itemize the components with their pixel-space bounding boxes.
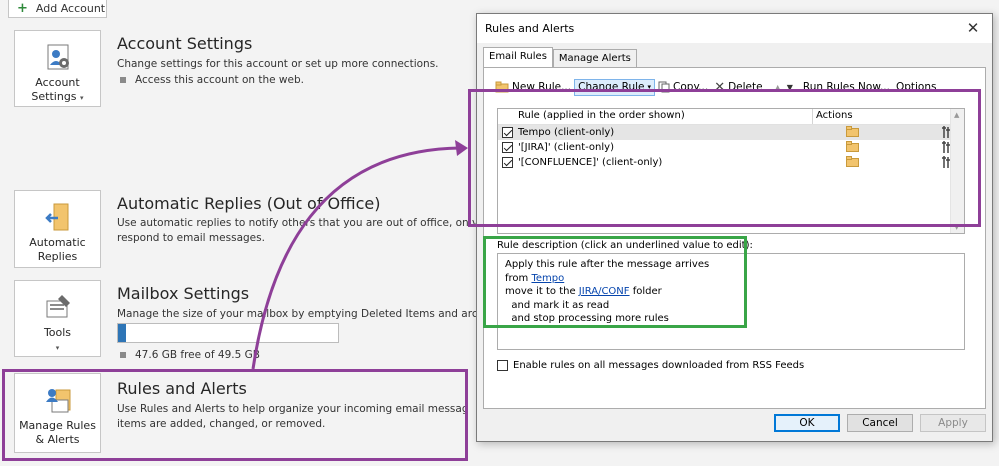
rule-description-box: Apply this rule after the message arrive… xyxy=(497,253,965,350)
scroll-up-icon[interactable]: ▲ xyxy=(954,111,959,119)
rule-row-tempo[interactable]: Tempo (client-only) xyxy=(498,125,964,140)
tab-manage-alerts[interactable]: Manage Alerts xyxy=(552,49,637,67)
copy-rule-button[interactable]: Copy... xyxy=(655,79,711,96)
automatic-replies-description: Use automatic replies to notify others t… xyxy=(117,217,477,244)
account-settings-tile-label: Account Settings ▾ xyxy=(31,76,84,103)
bullet-icon xyxy=(120,77,126,83)
delete-rule-button[interactable]: ✕ Delete xyxy=(711,79,765,96)
dialog-tabs: Email Rules Manage Alerts xyxy=(483,47,637,67)
scroll-down-icon[interactable]: ▼ xyxy=(954,223,959,231)
move-to-folder-icon xyxy=(846,126,859,137)
move-up-icon: ▲ xyxy=(774,82,781,92)
bullet-icon xyxy=(120,352,126,358)
mailbox-settings-description: Manage the size of your mailbox by empty… xyxy=(117,308,477,320)
new-rule-icon xyxy=(495,81,509,93)
ok-button[interactable]: OK xyxy=(774,414,840,432)
mailbox-tools-icon xyxy=(46,295,70,318)
rules-and-alerts-description: Use Rules and Alerts to help organize yo… xyxy=(117,403,469,430)
run-rules-now-button[interactable]: Run Rules Now... xyxy=(800,79,893,96)
from-tempo-link[interactable]: Tempo xyxy=(531,273,564,284)
copy-icon xyxy=(658,81,670,93)
email-rules-panel: New Rule... Change Rule ▾ Copy... ✕ Dele… xyxy=(483,67,986,409)
chevron-down-icon: ▾ xyxy=(55,344,60,352)
mailbox-storage-fill xyxy=(118,324,127,342)
plus-icon: + xyxy=(17,1,28,16)
column-actions[interactable]: Actions xyxy=(816,110,853,121)
move-to-folder-icon xyxy=(846,156,859,167)
rule-name: '[JIRA]' (client-only) xyxy=(518,142,614,153)
rss-rules-checkbox[interactable] xyxy=(497,360,508,371)
automatic-replies-icon xyxy=(44,203,68,231)
rules-list-header: Rule (applied in the order shown) Action… xyxy=(498,109,964,125)
cancel-button[interactable]: Cancel xyxy=(847,414,913,432)
account-settings-title: Account Settings xyxy=(117,34,253,53)
account-settings-icon xyxy=(47,44,69,70)
move-up-button[interactable]: ▲ xyxy=(772,79,784,96)
move-down-icon: ▼ xyxy=(786,82,793,92)
manage-rules-tile-label: Manage Rules & Alerts xyxy=(19,419,96,446)
rule-name: '[CONFLUENCE]' (client-only) xyxy=(518,157,663,168)
account-settings-tile[interactable]: Account Settings ▾ xyxy=(14,30,101,107)
rule-checkbox[interactable] xyxy=(502,142,513,153)
storage-info: 47.6 GB free of 49.5 GB xyxy=(120,349,260,361)
new-rule-button[interactable]: New Rule... xyxy=(492,79,574,96)
mailbox-settings-title: Mailbox Settings xyxy=(117,284,250,303)
chevron-down-icon: ▾ xyxy=(80,94,84,102)
apply-button[interactable]: Apply xyxy=(920,414,986,432)
rule-name: Tempo (client-only) xyxy=(518,127,615,138)
rules-list[interactable]: Rule (applied in the order shown) Action… xyxy=(497,108,965,234)
manage-rules-alerts-tile[interactable]: Manage Rules & Alerts xyxy=(14,373,101,453)
manage-rules-icon xyxy=(45,389,70,413)
rule-checkbox[interactable] xyxy=(502,157,513,168)
delete-icon: ✕ xyxy=(714,79,726,95)
dialog-titlebar: Rules and Alerts ✕ xyxy=(477,14,992,43)
options-button[interactable]: Options xyxy=(893,79,940,96)
jira-conf-folder-link[interactable]: JIRA/CONF xyxy=(579,286,630,297)
rule-checkbox[interactable] xyxy=(502,127,513,138)
change-rule-button[interactable]: Change Rule ▾ xyxy=(574,78,656,96)
tab-email-rules[interactable]: Email Rules xyxy=(483,47,553,67)
move-down-button[interactable]: ▼ xyxy=(784,79,796,96)
rule-row-confluence[interactable]: '[CONFLUENCE]' (client-only) xyxy=(498,155,964,170)
access-web-link[interactable]: Access this account on the web. xyxy=(120,74,304,86)
column-rule[interactable]: Rule (applied in the order shown) xyxy=(518,110,685,121)
automatic-replies-tile-label: Automatic Replies xyxy=(29,236,86,263)
rules-and-alerts-dialog: Rules and Alerts ✕ Email Rules Manage Al… xyxy=(476,13,993,442)
rules-toolbar: New Rule... Change Rule ▾ Copy... ✕ Dele… xyxy=(492,78,939,96)
mailbox-storage-bar xyxy=(117,323,339,343)
rule-row-jira[interactable]: '[JIRA]' (client-only) xyxy=(498,140,964,155)
dialog-title: Rules and Alerts xyxy=(485,22,575,35)
move-to-folder-icon xyxy=(846,141,859,152)
tools-tile-label: Tools ▾ xyxy=(43,326,72,352)
add-account-label: Add Account xyxy=(35,2,106,15)
chevron-down-icon: ▾ xyxy=(647,83,652,91)
close-icon[interactable]: ✕ xyxy=(964,19,982,37)
rss-rules-option[interactable]: Enable rules on all messages downloaded … xyxy=(497,360,804,371)
automatic-replies-title: Automatic Replies (Out of Office) xyxy=(117,194,381,213)
account-settings-description: Change settings for this account or set … xyxy=(117,58,439,70)
add-account-button[interactable]: + Add Account xyxy=(8,0,107,18)
rule-description-label: Rule description (click an underlined va… xyxy=(497,240,753,251)
tools-tile[interactable]: Tools ▾ xyxy=(14,280,101,357)
rules-and-alerts-title: Rules and Alerts xyxy=(117,379,247,398)
rules-list-scrollbar[interactable]: ▲ ▼ xyxy=(950,109,964,233)
automatic-replies-tile[interactable]: Automatic Replies xyxy=(14,190,101,268)
